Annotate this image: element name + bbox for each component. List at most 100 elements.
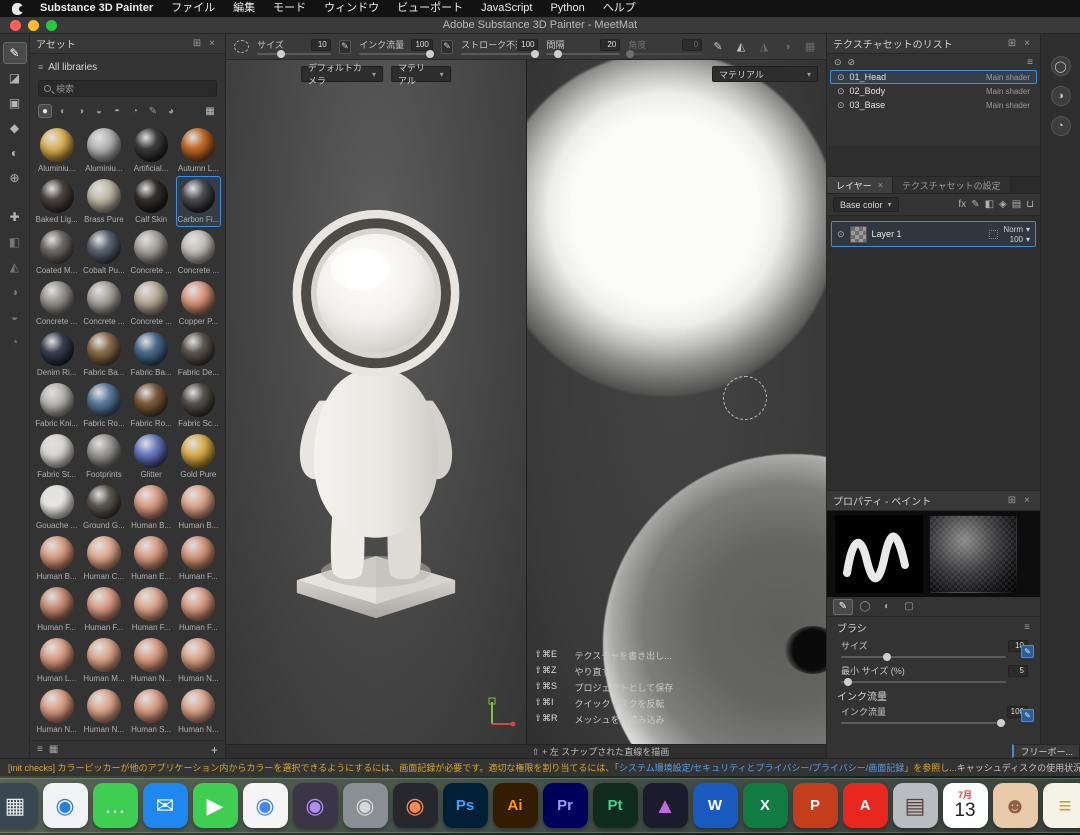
channel-select[interactable]: Base color ▾ xyxy=(833,197,899,212)
dock-icon-powerpoint[interactable]: P xyxy=(793,783,838,828)
blend-mode-select[interactable]: Norm ▾ xyxy=(1003,225,1030,234)
dock-icon-premiere-pro[interactable]: Pr xyxy=(543,783,588,828)
material-tile[interactable]: Autumn L... xyxy=(176,125,221,176)
close-tab-icon[interactable]: × xyxy=(878,180,883,190)
camera-select[interactable]: デフォルトカメラ ▾ xyxy=(301,66,383,82)
flow-pen-pressure-toggle[interactable]: ✎ xyxy=(1021,709,1034,722)
dock-icon-substance-3d-painter[interactable]: Pt xyxy=(593,783,638,828)
snap-icon[interactable]: ◑ xyxy=(779,39,795,55)
menu-item[interactable]: ファイル xyxy=(162,0,224,17)
dock-icon-calendar[interactable]: 7月 13 xyxy=(943,783,988,828)
search-input[interactable] xyxy=(56,84,211,94)
material-tile[interactable]: Ground G... xyxy=(81,482,126,533)
clone-tool[interactable]: ⊕ xyxy=(3,167,27,189)
material-tile[interactable]: Concrete ... xyxy=(81,278,126,329)
material-tile[interactable]: Human F... xyxy=(34,584,79,635)
material-tile[interactable]: Copper P... xyxy=(176,278,221,329)
history-icon[interactable]: ◔ xyxy=(3,331,27,353)
grid-snap-icon[interactable]: ▦ xyxy=(802,39,818,55)
dock-icon-portrait-photos-app[interactable]: ☻ xyxy=(993,783,1038,828)
flow-slider[interactable] xyxy=(359,53,433,55)
visibility-eye-icon[interactable]: ⊙ xyxy=(837,100,845,111)
material-tile[interactable]: Gold Pure xyxy=(176,431,221,482)
add-asset-icon[interactable]: + xyxy=(211,743,218,757)
history-icon[interactable]: ◔ xyxy=(1051,116,1071,136)
material-tab-icon[interactable]: ◐ xyxy=(877,599,897,615)
material-tile[interactable]: Fabric Ba... xyxy=(129,329,174,380)
material-tile[interactable]: Denim Ri... xyxy=(34,329,79,380)
menu-item[interactable]: Python xyxy=(541,0,593,17)
dock-icon-excel[interactable]: X xyxy=(743,783,788,828)
material-tile[interactable]: Calf Skin xyxy=(129,176,174,227)
prop-flow-slider[interactable] xyxy=(841,722,1006,724)
size-value[interactable]: 10 xyxy=(311,39,331,51)
material-tile[interactable]: Human C... xyxy=(81,533,126,584)
quick-mask-icon[interactable]: ◧ xyxy=(3,231,27,253)
asset-grid-view-icon[interactable]: ▦ xyxy=(203,104,217,118)
material-tile[interactable]: Fabric Ba... xyxy=(81,329,126,380)
material-tile[interactable]: Brass Pure xyxy=(81,176,126,227)
layer-opacity-select[interactable]: 100 ▾ xyxy=(1010,235,1030,244)
material-tile[interactable]: Concrete ... xyxy=(34,278,79,329)
material-tile[interactable]: Human E... xyxy=(129,533,174,584)
layer-thumbnail[interactable] xyxy=(850,226,867,243)
projection-tool[interactable]: ▣ xyxy=(3,92,27,114)
material-tile[interactable]: Artificial... xyxy=(129,125,174,176)
material-tile[interactable]: Fabric Sc... xyxy=(176,380,221,431)
close-window-button[interactable] xyxy=(10,20,21,31)
dock-icon-gray-utility-app[interactable]: ◉ xyxy=(343,783,388,828)
material-tile[interactable]: Fabric St... xyxy=(34,431,79,482)
display-mode-select-3d[interactable]: マテリアル ▾ xyxy=(391,66,451,82)
material-tile[interactable]: Coated M... xyxy=(34,227,79,278)
material-tile[interactable]: Aluminiu... xyxy=(81,125,126,176)
menu-item[interactable]: ウィンドウ xyxy=(315,0,388,17)
apple-menu-icon[interactable] xyxy=(12,3,23,15)
dock-icon-davinci-resolve[interactable]: ◉ xyxy=(393,783,438,828)
flow-pressure-toggle[interactable]: ✎ xyxy=(441,40,453,54)
prop-size-slider[interactable] xyxy=(841,656,1006,658)
tab-texture-set-settings[interactable]: テクスチャセットの設定 xyxy=(893,177,1011,193)
paint-tool[interactable]: ✎ xyxy=(3,42,27,64)
dock-icon-mail[interactable]: ✉ xyxy=(143,783,188,828)
close-panel-icon[interactable]: × xyxy=(1020,38,1034,49)
display-settings-icon[interactable]: ◒ xyxy=(3,306,27,328)
visibility-eye-icon[interactable]: ⊙ xyxy=(837,86,845,97)
brush-material-preview[interactable] xyxy=(929,515,1017,593)
grid-view-icon[interactable]: ▦ xyxy=(49,744,58,755)
flow-section-header[interactable]: インク流量 xyxy=(827,687,1040,703)
material-tile[interactable]: Human N... xyxy=(81,686,126,737)
library-selector[interactable]: ≡ All libraries xyxy=(30,58,225,76)
dock-icon-affinity-photo[interactable]: ▲ xyxy=(643,783,688,828)
asset-filter-brushes[interactable]: ✎ xyxy=(146,104,160,118)
material-tile[interactable]: Human F... xyxy=(176,584,221,635)
asset-filter-textures[interactable]: ◓ xyxy=(110,104,124,118)
material-tile[interactable]: Human B... xyxy=(129,482,174,533)
dock-icon-print-studio-app[interactable]: ▤ xyxy=(893,783,938,828)
brush-stroke-preview[interactable] xyxy=(835,515,923,593)
dock-icon-acrobat[interactable]: A xyxy=(843,783,888,828)
dock-icon-photoshop[interactable]: Ps xyxy=(443,783,488,828)
smudge-tool[interactable]: ◐ xyxy=(3,142,27,164)
material-tile[interactable]: Human F... xyxy=(81,584,126,635)
visibility-eye-icon[interactable]: ⊙ xyxy=(837,72,845,83)
viewport-2d[interactable]: マテリアル ▾ ⇧⌘E テクスチャを書き出し... ⇧⌘Z やり直す xyxy=(527,60,827,744)
material-tile[interactable]: Concrete ... xyxy=(129,227,174,278)
float-panel-icon[interactable]: ⊞ xyxy=(1004,38,1020,49)
asset-filter-smart-materials[interactable]: ◑ xyxy=(74,104,88,118)
settings-path-link[interactable]: システム環境設定/セキュリティとプライバシー/プライバシー/画面記録 xyxy=(619,763,904,773)
asset-filter-alphas[interactable]: ◔ xyxy=(128,104,142,118)
float-panel-icon[interactable]: ⊞ xyxy=(1004,495,1020,506)
lasso-selection-icon[interactable] xyxy=(234,40,249,53)
close-panel-icon[interactable]: × xyxy=(205,38,219,49)
layer-visibility-icon[interactable]: ⊙ xyxy=(837,229,845,240)
size-pressure-toggle[interactable]: ✎ xyxy=(339,40,351,54)
size-slider[interactable] xyxy=(257,53,331,55)
material-picker-tool[interactable]: ✚ xyxy=(3,206,27,228)
texture-set-row[interactable]: ⊙ 02_Body Main shader xyxy=(830,84,1037,98)
polygon-fill-tool[interactable]: ◆ xyxy=(3,117,27,139)
zoom-window-button[interactable] xyxy=(46,20,57,31)
material-tile[interactable]: Baked Lig... xyxy=(34,176,79,227)
brush-size-control[interactable]: サイズ10 xyxy=(257,38,331,55)
freeboard-tab[interactable]: フリーボー... xyxy=(1012,744,1080,758)
minimize-window-button[interactable] xyxy=(28,20,39,31)
